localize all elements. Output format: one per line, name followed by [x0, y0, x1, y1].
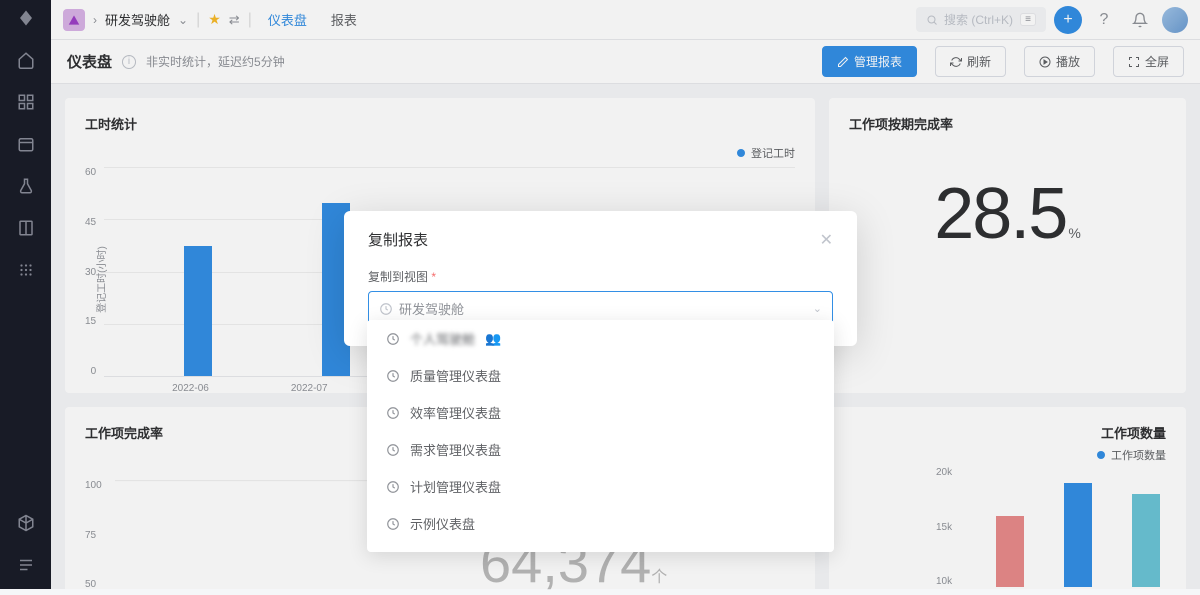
- dropdown-item[interactable]: 质量管理仪表盘: [367, 357, 834, 394]
- dropdown-item[interactable]: 示例仪表盘: [367, 505, 834, 542]
- modal-title: 复制报表: [368, 229, 428, 250]
- dashboard-icon: [385, 331, 400, 346]
- dashboard-icon: [385, 405, 400, 420]
- field-label: 复制到视图 *: [368, 268, 833, 285]
- dashboard-icon: [385, 479, 400, 494]
- dropdown-item[interactable]: 计划管理仪表盘: [367, 468, 834, 505]
- dropdown-item[interactable]: 个人驾驶舱👥: [367, 320, 834, 357]
- dropdown-item[interactable]: 效率管理仪表盘: [367, 394, 834, 431]
- dashboard-icon: [385, 368, 400, 383]
- dropdown-item[interactable]: 需求管理仪表盘: [367, 431, 834, 468]
- view-dropdown: 个人驾驶舱👥 质量管理仪表盘 效率管理仪表盘 需求管理仪表盘 计划管理仪表盘 示…: [367, 320, 834, 552]
- dashboard-icon: [385, 442, 400, 457]
- chevron-down-icon: ⌄: [813, 302, 822, 315]
- dashboard-icon: [379, 302, 393, 316]
- dashboard-icon: [385, 516, 400, 531]
- dropdown-item[interactable]: 工时管理仪表盘: [367, 542, 834, 552]
- select-value: 研发驾驶舱: [399, 299, 464, 318]
- close-icon[interactable]: ✕: [820, 230, 833, 250]
